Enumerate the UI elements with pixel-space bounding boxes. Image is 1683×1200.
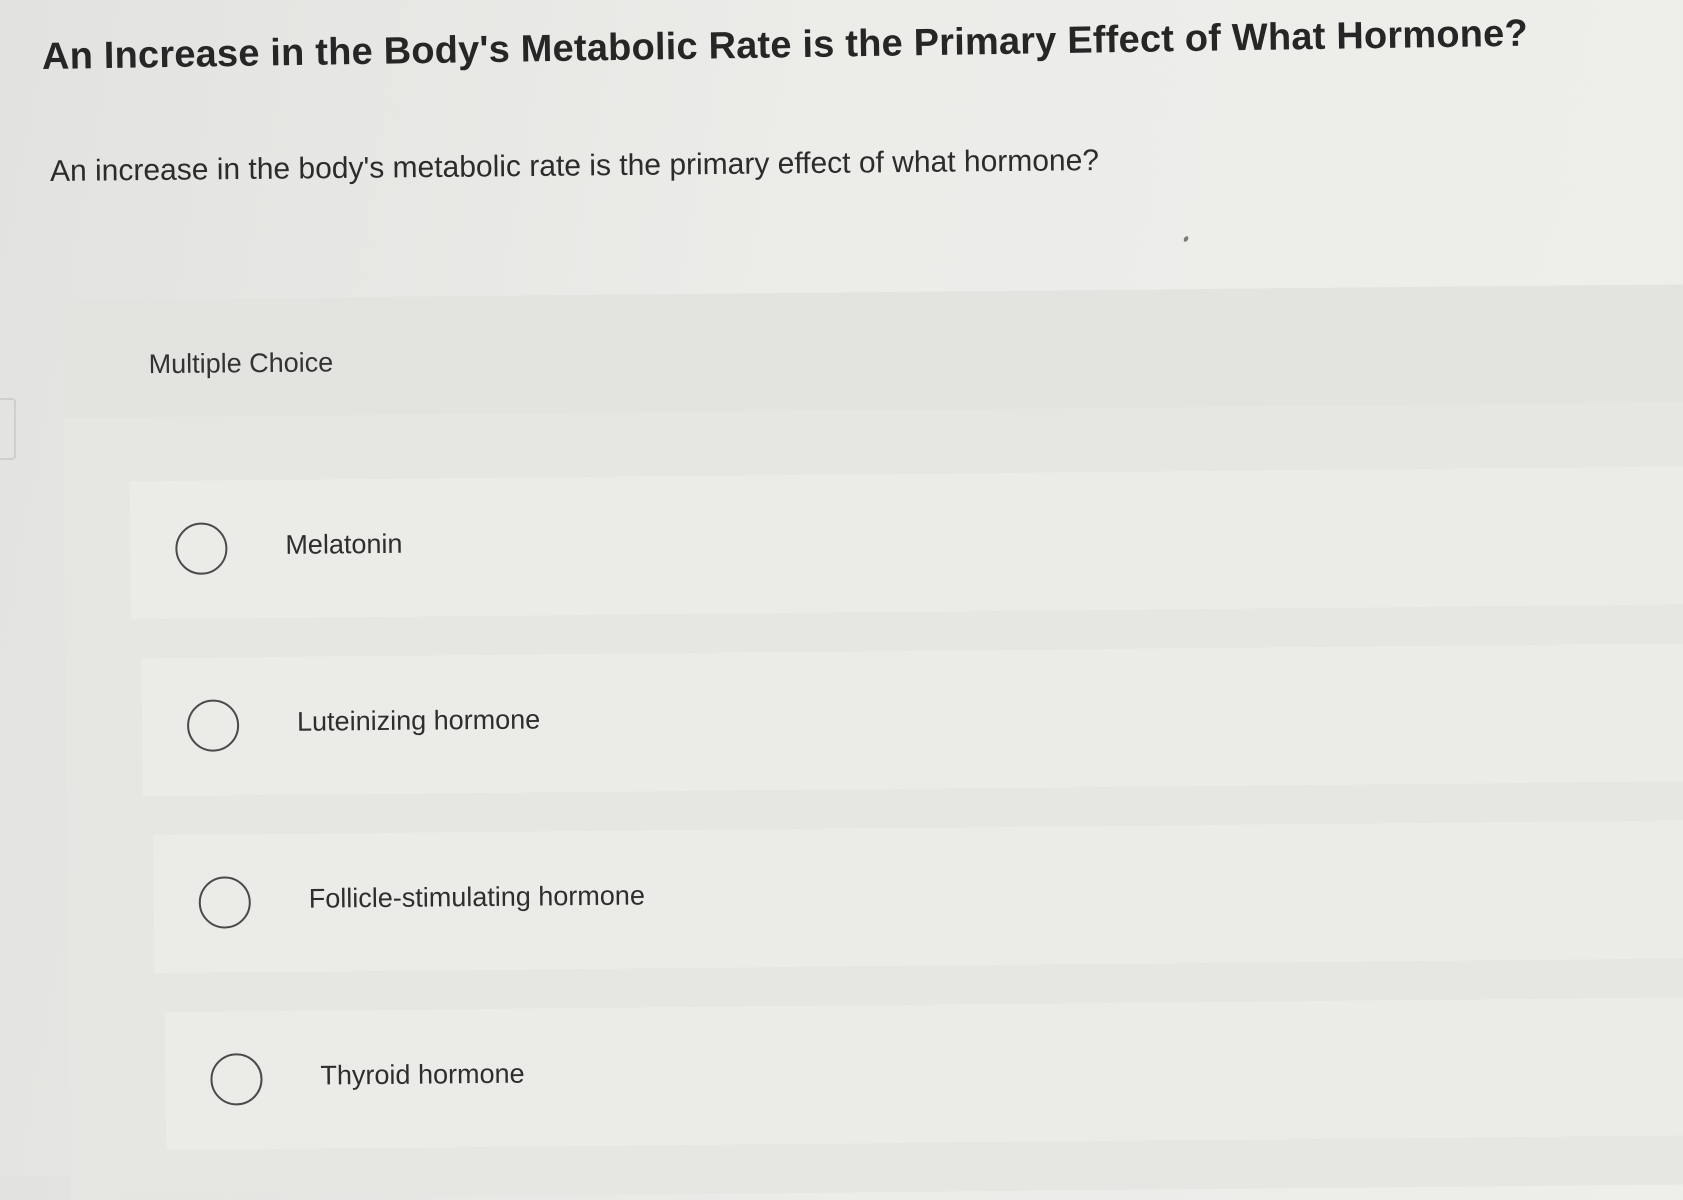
radio-button[interactable] (198, 876, 252, 929)
radio-button[interactable] (186, 699, 240, 752)
answer-options: Melatonin Luteinizing hormone Follicle-s… (129, 466, 1683, 1189)
screen-speck (1182, 235, 1190, 243)
answer-option-luteinizing-hormone[interactable]: Luteinizing hormone (141, 643, 1683, 797)
side-tab-edge (0, 398, 16, 460)
radio-button[interactable] (210, 1053, 263, 1106)
answer-option-label: Melatonin (285, 528, 403, 560)
panel-header: Multiple Choice (62, 284, 1683, 418)
answer-option-thyroid-hormone[interactable]: Thyroid hormone (164, 997, 1683, 1151)
answer-option-label: Thyroid hormone (320, 1058, 525, 1091)
page-title: An Increase in the Body's Metabolic Rate… (41, 12, 1529, 78)
multiple-choice-panel: Multiple Choice Melatonin Luteinizing ho… (62, 284, 1683, 1200)
answer-option-follicle-stimulating-hormone[interactable]: Follicle-stimulating hormone (153, 820, 1683, 974)
answer-option-label: Follicle-stimulating hormone (308, 880, 646, 914)
answer-option-label: Luteinizing hormone (296, 704, 541, 737)
answer-option-melatonin[interactable]: Melatonin (129, 466, 1683, 620)
question-type-label: Multiple Choice (148, 347, 334, 380)
question-prompt: An increase in the body's metabolic rate… (49, 144, 1100, 188)
radio-button[interactable] (175, 522, 228, 575)
quiz-page: An Increase in the Body's Metabolic Rate… (0, 0, 1683, 1200)
